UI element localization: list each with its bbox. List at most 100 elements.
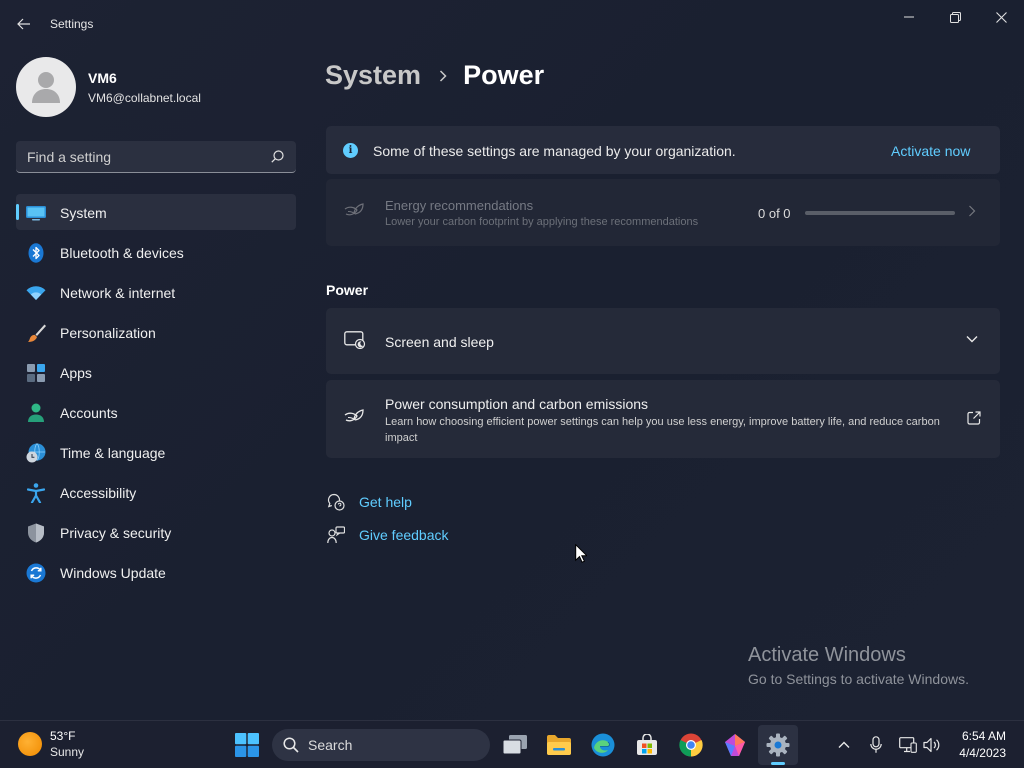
close-icon xyxy=(995,11,1007,23)
sidebar-item-label: Personalization xyxy=(60,325,156,341)
edge-icon xyxy=(591,733,615,757)
microphone-button[interactable] xyxy=(866,735,886,755)
accessibility-icon xyxy=(26,483,46,503)
copilot-icon xyxy=(725,734,745,756)
sidebar-item-windows-update[interactable]: Windows Update xyxy=(16,554,296,590)
shield-icon xyxy=(26,523,46,543)
sidebar-item-apps[interactable]: Apps xyxy=(16,354,296,390)
leaf-icon xyxy=(344,203,364,216)
sidebar-item-label: System xyxy=(60,205,107,221)
file-explorer-button[interactable] xyxy=(545,731,573,759)
sidebar-item-time-language[interactable]: Time & language xyxy=(16,434,296,470)
sidebar-item-privacy-security[interactable]: Privacy & security xyxy=(16,514,296,550)
task-view-button[interactable] xyxy=(501,731,529,759)
sidebar-nav: System Bluetooth & devices Network & int… xyxy=(16,194,296,594)
search-box[interactable] xyxy=(16,141,296,173)
screen-and-sleep-card[interactable]: Screen and sleep xyxy=(326,308,1000,374)
minimize-icon xyxy=(904,16,914,18)
sidebar-item-accounts[interactable]: Accounts xyxy=(16,394,296,430)
title-bar: Settings xyxy=(0,0,1024,48)
banner-text: Some of these settings are managed by yo… xyxy=(373,143,736,159)
sidebar-item-system[interactable]: System xyxy=(16,194,296,230)
windows-logo-icon xyxy=(235,733,259,757)
weather-temperature: 53°F xyxy=(50,729,76,743)
person-placeholder-icon xyxy=(32,72,60,103)
edge-browser-button[interactable] xyxy=(589,731,617,759)
system-monitor-icon xyxy=(26,203,46,223)
mouse-cursor-icon xyxy=(575,544,587,563)
leaf-icon xyxy=(344,409,364,422)
sidebar-item-label: Network & internet xyxy=(60,285,176,301)
get-help-label: Get help xyxy=(359,494,412,510)
screen-sleep-icon xyxy=(344,331,366,349)
chevron-down-icon[interactable] xyxy=(966,335,978,343)
info-icon: i xyxy=(343,143,358,158)
search-input[interactable] xyxy=(27,148,262,165)
settings-window: Settings VM6 VM6@collabnet.local Sys xyxy=(0,0,1024,720)
page-title: Power xyxy=(463,60,545,90)
taskbar-search[interactable]: Search xyxy=(272,729,490,761)
breadcrumb-chevron-icon xyxy=(439,69,447,82)
avatar xyxy=(16,57,76,117)
restore-icon xyxy=(949,11,961,23)
bluetooth-icon xyxy=(26,243,46,263)
close-button[interactable] xyxy=(978,4,1024,30)
restore-button[interactable] xyxy=(932,4,978,30)
show-hidden-icons-button[interactable] xyxy=(834,735,854,755)
chevron-right-icon xyxy=(969,205,976,217)
activate-windows-watermark: Activate Windows Go to Settings to activ… xyxy=(748,644,969,687)
wifi-icon xyxy=(26,283,46,303)
chrome-icon xyxy=(679,733,703,757)
breadcrumb: System Power xyxy=(325,60,544,91)
paintbrush-icon xyxy=(26,323,46,343)
watermark-title: Activate Windows xyxy=(748,644,906,666)
microphone-icon xyxy=(870,736,882,753)
search-icon[interactable] xyxy=(271,150,284,163)
volume-button[interactable] xyxy=(922,735,942,755)
energy-subtitle: Lower your carbon footprint by applying … xyxy=(385,216,699,228)
breadcrumb-parent[interactable]: System xyxy=(325,60,421,91)
sidebar-item-personalization[interactable]: Personalization xyxy=(16,314,296,350)
energy-count: 0 of 0 xyxy=(758,206,791,221)
power-consumption-card[interactable]: Power consumption and carbon emissions L… xyxy=(326,380,1000,458)
network-status-button[interactable] xyxy=(898,735,918,755)
external-link-icon[interactable] xyxy=(967,411,981,425)
sidebar-item-label: Time & language xyxy=(60,445,166,461)
app-title: Settings xyxy=(50,17,94,31)
managed-by-org-banner: i Some of these settings are managed by … xyxy=(326,126,1000,174)
task-view-icon xyxy=(503,735,527,755)
sidebar-item-accessibility[interactable]: Accessibility xyxy=(16,474,296,510)
minimize-button[interactable] xyxy=(886,4,932,30)
screen-and-sleep-label: Screen and sleep xyxy=(385,334,494,350)
sidebar-item-bluetooth[interactable]: Bluetooth & devices xyxy=(16,234,296,270)
power-section-title: Power xyxy=(326,282,369,298)
copilot-app-button[interactable] xyxy=(721,731,749,759)
start-button[interactable] xyxy=(233,731,261,759)
chevron-up-icon xyxy=(838,741,850,748)
store-bag-icon xyxy=(637,734,657,755)
gear-icon xyxy=(766,733,790,757)
energy-recommendations-card[interactable]: Energy recommendations Lower your carbon… xyxy=(326,179,1000,246)
clock[interactable]: 6:54 AM 4/4/2023 xyxy=(948,729,1006,760)
give-feedback-link[interactable]: Give feedback xyxy=(326,525,449,545)
weather-widget[interactable]: 53°F Sunny xyxy=(18,729,84,759)
get-help-link[interactable]: Get help xyxy=(326,492,412,512)
back-button[interactable] xyxy=(12,12,36,36)
clock-time: 6:54 AM xyxy=(961,729,1006,743)
settings-app-button[interactable] xyxy=(764,731,792,759)
watermark-subtitle: Go to Settings to activate Windows. xyxy=(748,671,969,687)
help-chat-icon xyxy=(326,492,346,512)
chrome-browser-button[interactable] xyxy=(677,731,705,759)
sun-icon xyxy=(18,732,42,756)
sidebar-item-label: Accessibility xyxy=(60,485,137,501)
sidebar-item-network[interactable]: Network & internet xyxy=(16,274,296,310)
search-icon xyxy=(283,737,299,753)
feedback-icon xyxy=(326,525,346,545)
apps-grid-icon xyxy=(26,363,46,383)
weather-condition: Sunny xyxy=(50,745,85,759)
active-app-indicator xyxy=(771,762,785,765)
user-profile[interactable]: VM6 VM6@collabnet.local xyxy=(16,57,201,117)
sidebar-item-label: Bluetooth & devices xyxy=(60,245,184,261)
microsoft-store-button[interactable] xyxy=(633,731,661,759)
activate-now-link[interactable]: Activate now xyxy=(891,143,970,159)
